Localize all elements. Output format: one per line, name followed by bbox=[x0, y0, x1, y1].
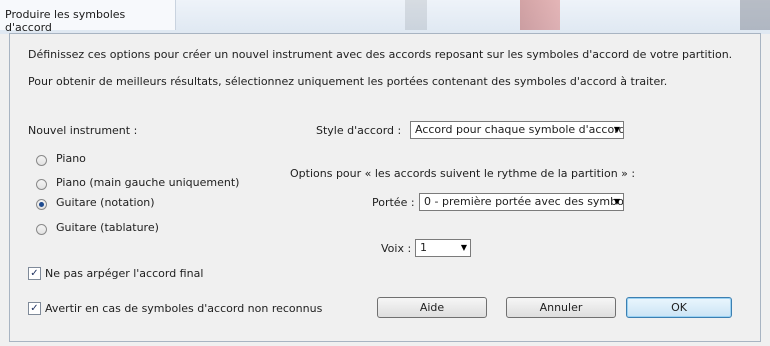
background-window bbox=[405, 0, 427, 30]
help-button[interactable]: Aide bbox=[377, 297, 487, 318]
radio-label: Piano bbox=[56, 152, 86, 165]
voice-label: Voix : bbox=[381, 242, 412, 255]
window-title: Produire les symboles d'accord bbox=[0, 0, 176, 34]
radio-button-selected[interactable] bbox=[36, 199, 47, 210]
intro-line-1: Définissez ces options pour créer un nou… bbox=[28, 48, 733, 61]
chord-style-label: Style d'accord : bbox=[316, 124, 402, 137]
staff-value: 0 - première portée avec des symboles d' bbox=[424, 195, 624, 208]
checkbox-checked[interactable]: ✓ bbox=[28, 267, 41, 280]
radio-button[interactable] bbox=[36, 224, 47, 235]
voice-value: 1 bbox=[420, 241, 427, 254]
dialog-panel: Définissez ces options pour créer un nou… bbox=[9, 33, 761, 342]
title-bar: Produire les symboles d'accord bbox=[0, 0, 770, 34]
radio-button[interactable] bbox=[36, 155, 47, 166]
staff-select[interactable]: 0 - première portée avec des symboles d'… bbox=[419, 193, 624, 211]
intro-line-2: Pour obtenir de meilleurs résultats, sél… bbox=[28, 75, 668, 88]
chevron-down-icon: ▼ bbox=[613, 197, 620, 206]
radio-label: Guitare (notation) bbox=[56, 196, 155, 209]
radio-label: Guitare (tablature) bbox=[56, 221, 159, 234]
staff-label: Portée : bbox=[372, 196, 415, 209]
radio-label: Piano (main gauche uniquement) bbox=[56, 176, 240, 189]
checkbox-checked[interactable]: ✓ bbox=[28, 302, 41, 315]
voice-select[interactable]: 1 ▼ bbox=[415, 239, 471, 257]
no-arpeggio-label: Ne pas arpéger l'accord final bbox=[45, 267, 204, 280]
cancel-button[interactable]: Annuler bbox=[506, 297, 616, 318]
ok-button[interactable]: OK bbox=[626, 297, 732, 318]
rhythm-options-label: Options pour « les accords suivent le ry… bbox=[290, 167, 636, 180]
background-window bbox=[740, 0, 770, 30]
chevron-down-icon: ▼ bbox=[460, 243, 467, 252]
chevron-down-icon: ▼ bbox=[613, 125, 620, 134]
chord-style-select[interactable]: Accord pour chaque symbole d'accord ▼ bbox=[410, 121, 624, 139]
background-window bbox=[520, 0, 560, 30]
radio-button[interactable] bbox=[36, 179, 47, 190]
chord-style-value: Accord pour chaque symbole d'accord bbox=[415, 123, 624, 136]
warn-unrecognized-label: Avertir en cas de symboles d'accord non … bbox=[45, 302, 323, 315]
instrument-label: Nouvel instrument : bbox=[28, 124, 138, 137]
